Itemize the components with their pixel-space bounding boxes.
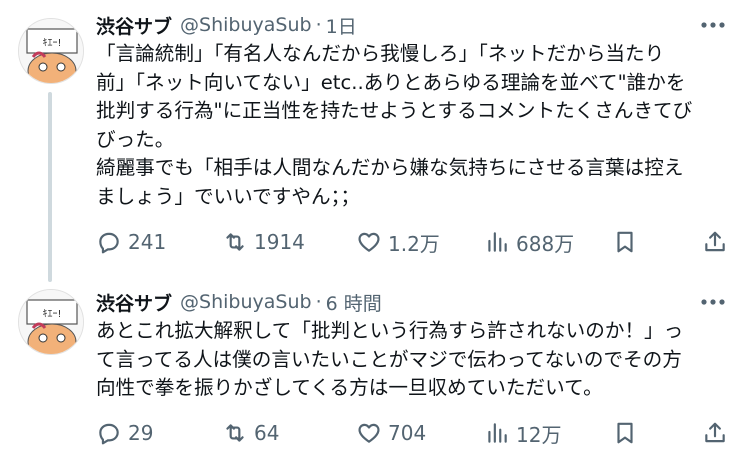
like-count: 704: [388, 421, 427, 445]
svg-text:ｷｴｰ!: ｷｴｰ!: [42, 38, 61, 49]
views-chart-icon: [488, 232, 507, 252]
retweet-button[interactable]: 1914: [222, 226, 305, 258]
bookmark-icon: [617, 231, 633, 253]
reply-icon: [99, 232, 119, 254]
reply-count: 29: [128, 421, 154, 445]
timestamp[interactable]: 1日: [326, 12, 357, 39]
like-button[interactable]: 1.2万: [356, 226, 440, 258]
tweet-header: 渋谷サブ @ShibuyaSub · 6 時間: [96, 287, 382, 317]
tweet-text: 「言論統制」「有名人なんだから我慢しろ」「ネットだから当たり 前」「ネット向いて…: [96, 42, 693, 208]
tweet-actions: 29 64 704 12万: [96, 417, 736, 449]
tweet-actions: 241 1914 1.2万 688万: [96, 226, 736, 258]
retweet-icon: [226, 233, 244, 251]
more-options-button[interactable]: [696, 10, 730, 40]
views-button[interactable]: 688万: [484, 226, 574, 258]
retweet-count: 64: [254, 421, 280, 445]
more-options-button[interactable]: [696, 287, 730, 317]
avatar[interactable]: ｷｴｰ!: [18, 289, 84, 355]
username-handle[interactable]: @ShibuyaSub: [180, 291, 312, 313]
like-button[interactable]: 704: [356, 417, 426, 449]
avatar-cartoon-icon: ｷｴｰ!: [19, 19, 83, 83]
more-dots-icon: [701, 299, 725, 305]
avatar-cartoon-icon: ｷｴｰ!: [19, 290, 83, 354]
heart-icon: [358, 423, 380, 443]
retweet-icon: [226, 424, 244, 442]
separator-dot: ·: [315, 14, 322, 36]
thread-line: [48, 92, 52, 282]
separator-dot: ·: [315, 291, 322, 313]
more-dots-icon: [701, 22, 725, 28]
retweet-button[interactable]: 64: [222, 417, 279, 449]
share-button[interactable]: [702, 417, 728, 449]
svg-text:ｷｴｰ!: ｷｴｰ!: [42, 309, 61, 320]
like-count: 1.2万: [388, 231, 440, 256]
reply-icon: [99, 423, 119, 445]
reply-button[interactable]: 241: [96, 226, 166, 258]
username-handle[interactable]: @ShibuyaSub: [180, 14, 312, 36]
bookmark-button[interactable]: [612, 417, 638, 449]
timestamp[interactable]: 6 時間: [326, 289, 382, 316]
display-name[interactable]: 渋谷サブ: [96, 12, 172, 39]
view-count: 688万: [516, 231, 575, 256]
bookmark-icon: [617, 422, 633, 444]
tweet-text: あとこれ拡大解釈して「批判という行為すら許されないのか！」っ て言ってる人は僕の…: [96, 319, 684, 400]
share-icon: [705, 231, 725, 252]
reply-button[interactable]: 29: [96, 417, 153, 449]
display-name[interactable]: 渋谷サブ: [96, 289, 172, 316]
bookmark-button[interactable]: [612, 226, 638, 258]
views-chart-icon: [488, 423, 507, 443]
avatar[interactable]: ｷｴｰ!: [18, 18, 84, 84]
reply-count: 241: [128, 230, 167, 254]
view-count: 12万: [516, 422, 562, 447]
retweet-count: 1914: [254, 230, 305, 254]
tweet-header: 渋谷サブ @ShibuyaSub · 1日: [96, 10, 357, 40]
share-button[interactable]: [702, 226, 728, 258]
tweet[interactable]: ｷｴｰ! 渋谷サブ @ShibuyaSub · 1日 「言論統制」「有名人なんだ…: [0, 0, 750, 285]
tweet[interactable]: ｷｴｰ! 渋谷サブ @ShibuyaSub · 6 時間 あとこれ拡大解釈して「…: [0, 285, 750, 460]
share-icon: [705, 422, 725, 443]
heart-icon: [358, 232, 380, 252]
views-button[interactable]: 12万: [484, 417, 561, 449]
